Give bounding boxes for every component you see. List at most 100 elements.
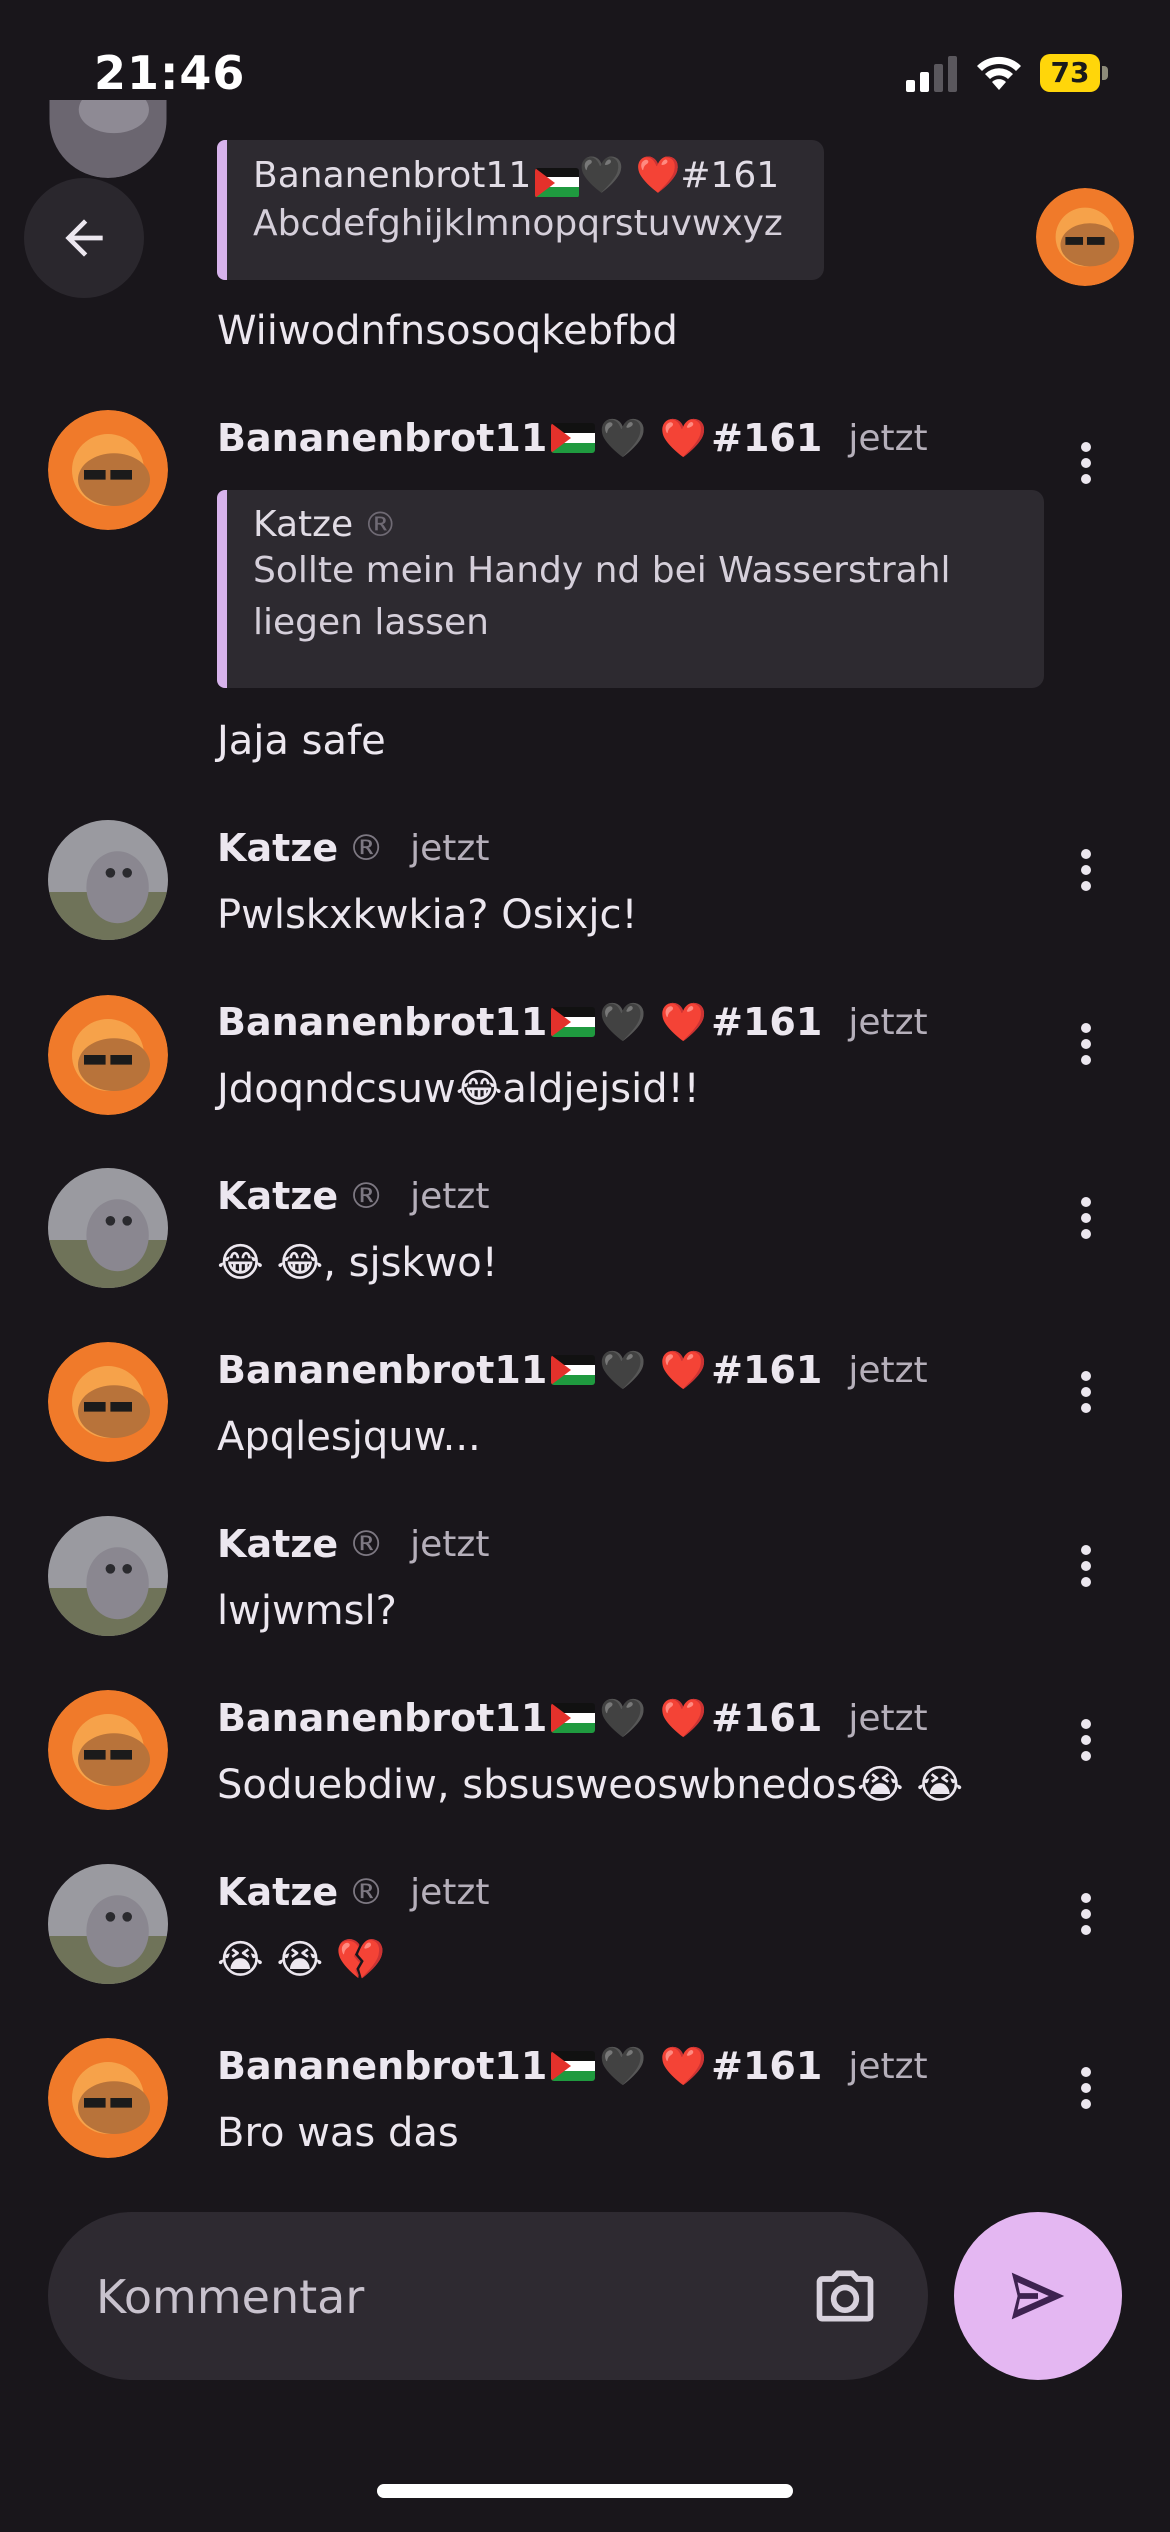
more-options-button[interactable] [1056,1357,1116,1427]
beetle-avatar-image [48,410,168,530]
more-options-button[interactable] [1056,1879,1116,1949]
avatar[interactable] [48,2038,168,2158]
comment-input[interactable] [94,2212,798,2382]
palestine-flag-icon [551,1703,596,1733]
avatar[interactable] [48,1690,168,1810]
message-time: jetzt [848,1349,928,1391]
send-button[interactable] [954,2212,1122,2380]
author-tag: #161 [711,1348,823,1392]
cat-avatar-image [48,820,168,940]
more-options-button[interactable] [1056,2053,1116,2123]
author-emoji: 🖤 ❤️ [599,2043,708,2088]
message-header: Katze ® jetzt [217,1864,489,1920]
more-vert-icon [1081,1197,1091,1239]
author-tag: #161 [711,416,823,460]
avatar-partial [48,100,168,178]
message-text: Apqlesjquw... [217,1414,481,1460]
registered-icon: ® [348,1871,385,1913]
avatar[interactable] [48,1168,168,1288]
more-options-button[interactable] [1056,835,1116,905]
reply-quote[interactable]: Bananenbrot11 🖤 ❤️#161 Abcdefghijklmnopqr… [217,140,824,280]
palestine-flag-icon [551,2051,596,2081]
author-name[interactable]: Katze [217,826,338,870]
message-text: Soduebdiw, sbsusweoswbnedos😭 😭 [217,1762,964,1808]
more-options-button[interactable] [1056,1531,1116,1601]
more-vert-icon [1081,1545,1091,1587]
message-text: Jaja safe [217,718,386,764]
beetle-avatar-image [1036,188,1134,286]
message-time: jetzt [410,1175,490,1217]
more-options-button[interactable] [1056,1009,1116,1079]
more-vert-icon [1081,442,1091,484]
author-emoji: 🖤 ❤️ [599,1695,708,1740]
beetle-avatar-image [48,2038,168,2158]
message-text: Wiiwodnfnsosoqkebfbd [217,308,678,354]
avatar[interactable] [48,1516,168,1636]
quote-author: Katze [253,504,354,545]
more-options-button[interactable] [1056,428,1116,498]
battery-level: 73 [1050,56,1090,89]
beetle-avatar-image [48,1690,168,1810]
message-header: Bananenbrot11 🖤 ❤️ #161 jetzt [217,410,928,466]
author-name[interactable]: Bananenbrot11 [217,2044,547,2088]
cellular-signal-icon [906,56,957,92]
camera-button[interactable] [810,2262,880,2330]
home-indicator[interactable] [377,2484,793,2498]
message-time: jetzt [848,417,928,459]
palestine-flag-icon [535,167,580,198]
message-header: Bananenbrot11 🖤 ❤️ #161 jetzt [217,994,928,1050]
more-vert-icon [1081,1719,1091,1761]
quote-author: Bananenbrot11 🖤 ❤️#161 [253,155,780,198]
avatar[interactable] [48,1864,168,1984]
reply-quote[interactable]: Katze ® Sollte mein Handy nd bei Wasserst… [217,490,1044,688]
author-name[interactable]: Bananenbrot11 [217,1000,547,1044]
message-text: 😂 😂, sjskwo! [217,1240,498,1286]
registered-icon: ® [348,1523,385,1565]
message-text: 😭 😭 💔 [217,1937,386,1983]
palestine-flag-icon [551,423,596,453]
camera-icon [816,2270,874,2322]
status-time: 21:46 [94,46,246,100]
author-name[interactable]: Katze [217,1522,338,1566]
more-options-button[interactable] [1056,1183,1116,1253]
user-avatar[interactable] [1036,188,1134,286]
beetle-avatar-image [48,995,168,1115]
message-time: jetzt [848,1001,928,1043]
more-options-button[interactable] [1056,1705,1116,1775]
wifi-icon [977,56,1021,90]
message-time: jetzt [848,1697,928,1739]
author-tag: #161 [711,1696,823,1740]
message-text: Jdoqndcsuw😂aldjejsid!! [217,1066,700,1112]
author-name[interactable]: Bananenbrot11 [217,416,547,460]
registered-icon: ® [363,505,398,545]
more-vert-icon [1081,1371,1091,1413]
author-emoji: 🖤 ❤️ [599,999,708,1044]
avatar[interactable] [48,410,168,530]
author-name[interactable]: Katze [217,1870,338,1914]
beetle-avatar-image [48,1342,168,1462]
comment-composer [48,2212,928,2382]
more-vert-icon [1081,849,1091,891]
avatar[interactable] [48,820,168,940]
message-time: jetzt [410,827,490,869]
quote-text-line: liegen lassen [253,602,489,643]
registered-icon: ® [348,1175,385,1217]
author-name[interactable]: Katze [217,1174,338,1218]
author-name[interactable]: Bananenbrot11 [217,1696,547,1740]
author-tag: #161 [711,1000,823,1044]
palestine-flag-icon [551,1007,596,1037]
battery-icon: 73 [1040,54,1110,92]
message-header: Bananenbrot11 🖤 ❤️ #161 jetzt [217,1690,928,1746]
avatar[interactable] [48,995,168,1115]
message-text: Pwlskxkwkia? Osixjc! [217,892,638,938]
author-tag: #161 [711,2044,823,2088]
message-header: Katze ® jetzt [217,820,489,876]
back-button[interactable] [24,178,144,298]
cat-avatar-image [48,1516,168,1636]
more-vert-icon [1081,1023,1091,1065]
status-bar: 21:46 73 [0,0,1170,140]
author-name[interactable]: Bananenbrot11 [217,1348,547,1392]
more-vert-icon [1081,1893,1091,1935]
avatar[interactable] [48,1342,168,1462]
palestine-flag-icon [551,1355,596,1385]
